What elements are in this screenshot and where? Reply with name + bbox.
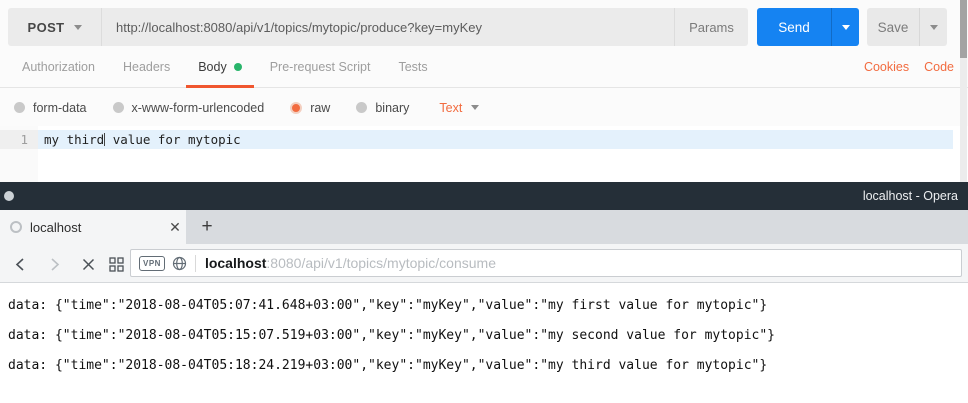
url-group: POST http://localhost:8080/api/v1/topics… [8, 8, 748, 46]
method-label: POST [28, 20, 65, 35]
radio-icon [113, 102, 124, 113]
request-tabs: Authorization Headers Body Pre-request S… [0, 46, 968, 88]
chevron-down-icon [930, 25, 938, 30]
tab-label: Tests [398, 60, 427, 74]
mode-form-data[interactable]: form-data [14, 101, 87, 115]
globe-icon [172, 256, 187, 271]
radio-selected-icon [290, 102, 302, 114]
request-links: Cookies Code [864, 46, 954, 88]
tab-pre-request-script[interactable]: Pre-request Script [258, 46, 383, 87]
tab-label: Pre-request Script [270, 60, 371, 74]
mode-raw[interactable]: raw [290, 101, 330, 115]
mode-label: raw [310, 101, 330, 115]
tab-label: Headers [123, 60, 170, 74]
opera-titlebar: localhost - Opera [0, 182, 968, 210]
sse-data-line: data: {"time":"2018-08-04T05:18:24.219+0… [8, 351, 968, 381]
browser-tab-localhost[interactable]: localhost ✕ [0, 210, 186, 244]
address-separator [195, 255, 196, 272]
cookies-link[interactable]: Cookies [864, 60, 909, 74]
body-editor[interactable]: 1 my third value for mytopic [0, 126, 968, 182]
tab-close-icon[interactable]: ✕ [164, 219, 186, 236]
new-tab-button[interactable]: + [192, 210, 222, 244]
request-bar: POST http://localhost:8080/api/v1/topics… [0, 8, 968, 46]
vpn-badge[interactable]: VPN [139, 256, 165, 271]
save-split-button: Save [867, 8, 947, 46]
chevron-down-icon [471, 105, 479, 110]
raw-type-dropdown[interactable]: Text [439, 101, 479, 115]
radio-icon [356, 102, 367, 113]
opera-tabstrip: localhost ✕ + [0, 210, 968, 244]
sse-data-line: data: {"time":"2018-08-04T05:15:07.519+0… [8, 321, 968, 351]
radio-icon [14, 102, 25, 113]
tab-label: Authorization [22, 60, 95, 74]
opera-toolbar: VPN localhost :8080/api/v1/topics/mytopi… [0, 244, 968, 283]
back-button[interactable] [8, 252, 32, 276]
address-bar[interactable]: VPN localhost :8080/api/v1/topics/mytopi… [130, 249, 962, 277]
mode-label: form-data [33, 101, 87, 115]
text-before-cursor: my third [44, 132, 104, 147]
params-button[interactable]: Params [674, 8, 748, 46]
sse-data-line: data: {"time":"2018-08-04T05:07:41.648+0… [8, 291, 968, 321]
speed-dial-button[interactable] [104, 252, 128, 276]
mode-binary[interactable]: binary [356, 101, 409, 115]
editor-line: 1 my third value for mytopic [0, 130, 968, 149]
favicon-loading-icon [10, 221, 22, 233]
tab-label: Body [198, 60, 227, 74]
address-path: :8080/api/v1/topics/mytopic/consume [266, 255, 496, 271]
mode-x-www-form-urlencoded[interactable]: x-www-form-urlencoded [113, 101, 265, 115]
tab-headers[interactable]: Headers [111, 46, 182, 87]
line-number: 1 [0, 130, 38, 149]
titlebar-dot-icon [4, 191, 14, 201]
code-link[interactable]: Code [924, 60, 954, 74]
method-dropdown[interactable]: POST [8, 8, 102, 46]
url-input[interactable]: http://localhost:8080/api/v1/topics/myto… [102, 8, 674, 46]
tab-authorization[interactable]: Authorization [10, 46, 107, 87]
stop-button[interactable] [76, 252, 100, 276]
body-mode-row: form-data x-www-form-urlencoded raw bina… [0, 89, 968, 126]
chevron-down-icon [74, 25, 82, 30]
site-info-button[interactable] [172, 256, 187, 271]
text-after-cursor: value for mytopic [105, 132, 240, 147]
tab-body[interactable]: Body [186, 46, 254, 87]
scrollbar-thumb[interactable] [960, 0, 967, 58]
address-host: localhost [205, 255, 266, 271]
close-icon [82, 258, 95, 271]
raw-type-label: Text [439, 101, 462, 115]
postman-window: POST http://localhost:8080/api/v1/topics… [0, 0, 968, 182]
send-options-button[interactable] [831, 8, 859, 46]
tab-title: localhost [30, 220, 164, 235]
mode-label: binary [375, 101, 409, 115]
page-content: data: {"time":"2018-08-04T05:07:41.648+0… [0, 283, 968, 403]
send-split-button: Send [757, 8, 859, 46]
save-options-button[interactable] [919, 8, 947, 46]
body-present-dot-icon [234, 63, 242, 71]
opera-window: localhost - Opera localhost ✕ + [0, 182, 968, 403]
chevron-left-icon [14, 258, 27, 271]
save-button[interactable]: Save [867, 8, 919, 46]
tab-tests[interactable]: Tests [386, 46, 439, 87]
window-title: localhost - Opera [863, 182, 958, 210]
chevron-down-icon [842, 25, 850, 30]
mode-label: x-www-form-urlencoded [132, 101, 265, 115]
editor-text[interactable]: my third value for mytopic [38, 130, 953, 149]
forward-button[interactable] [42, 252, 66, 276]
send-button[interactable]: Send [757, 8, 831, 46]
screen: POST http://localhost:8080/api/v1/topics… [0, 0, 968, 403]
chevron-right-icon [48, 258, 61, 271]
grid-icon [109, 257, 124, 272]
scrollbar[interactable] [960, 0, 967, 182]
